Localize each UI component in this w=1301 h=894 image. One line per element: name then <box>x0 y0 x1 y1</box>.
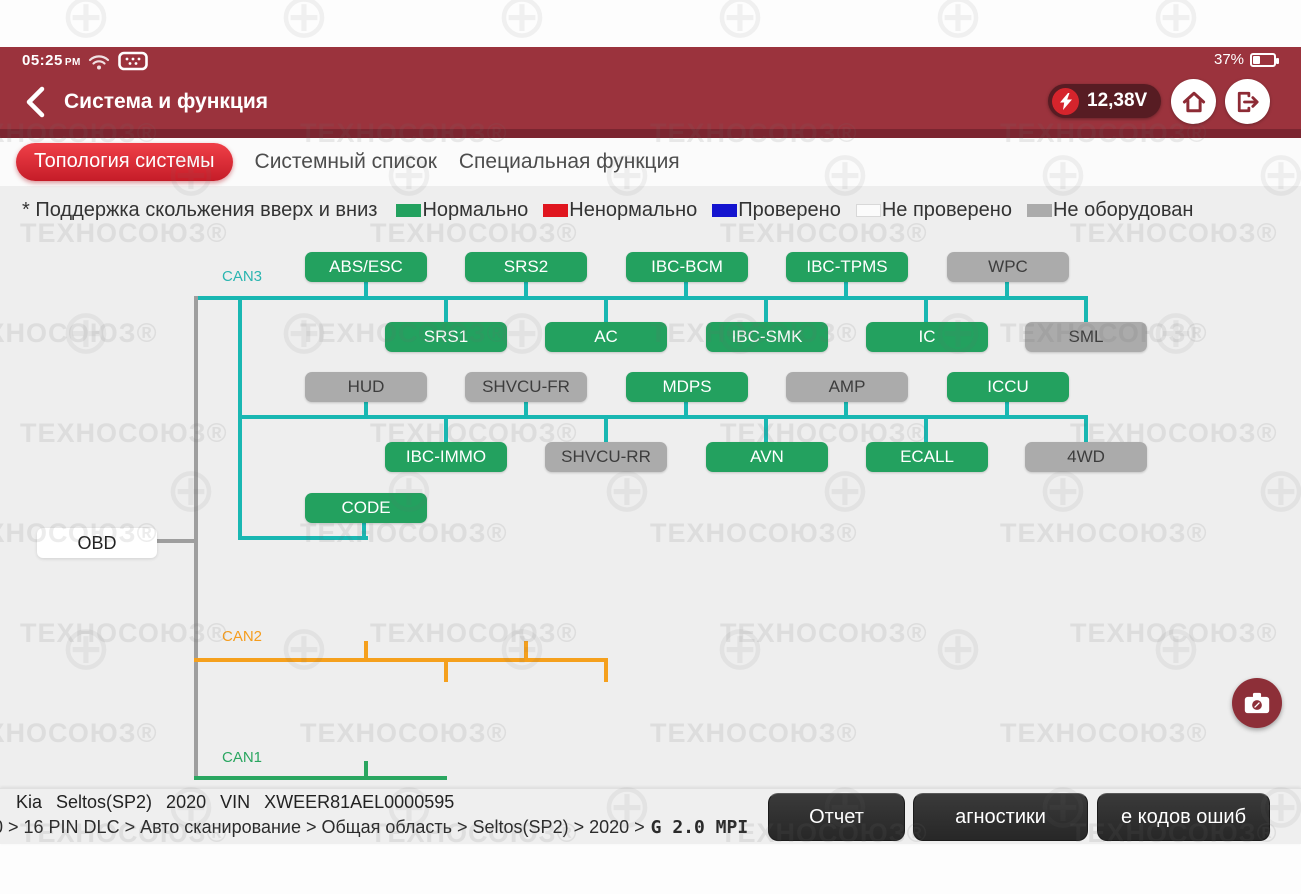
bus-line <box>194 776 447 780</box>
bus-line <box>238 536 368 540</box>
bus-line <box>1084 415 1088 442</box>
report-button[interactable]: Отчет <box>768 793 905 841</box>
node-code[interactable]: CODE <box>305 493 427 523</box>
bus-label-can3: CAN3 <box>222 268 262 285</box>
bus-line <box>364 641 368 658</box>
node-ibc-immo[interactable]: IBC-IMMO <box>385 442 507 472</box>
bus-line <box>1005 281 1009 296</box>
bus-line <box>684 281 688 296</box>
node-ibc-tpms[interactable]: IBC-TPMS <box>786 252 908 282</box>
bus-line <box>1084 296 1088 322</box>
node-avn[interactable]: AVN <box>706 442 828 472</box>
node-abs-esc[interactable]: ABS/ESC <box>305 252 427 282</box>
bus-line <box>684 401 688 415</box>
bus-line <box>444 300 448 322</box>
screenshot-button[interactable] <box>1232 678 1282 728</box>
clear-dtc-button[interactable]: е кодов ошиб <box>1097 793 1270 841</box>
node-4wd[interactable]: 4WD <box>1025 442 1147 472</box>
bus-line <box>844 401 848 415</box>
topology-diagram: ABS/ESC SRS2 IBC-BCM IBC-TPMS WPC SRS1 AC IBC-S… <box>0 0 1301 894</box>
node-ibc-smk[interactable]: IBC-SMK <box>706 322 828 352</box>
bus-line <box>764 300 768 322</box>
node-ic[interactable]: IC <box>866 322 988 352</box>
bus-line <box>196 296 1088 300</box>
node-hud[interactable]: HUD <box>305 372 427 402</box>
bus-line <box>524 281 528 296</box>
bus-line <box>924 300 928 322</box>
diagnostics-button[interactable]: агностики <box>913 793 1088 841</box>
node-srs2[interactable]: SRS2 <box>465 252 587 282</box>
bus-line <box>764 419 768 442</box>
node-obd[interactable]: OBD <box>37 528 157 558</box>
node-ecall[interactable]: ECALL <box>866 442 988 472</box>
bus-line <box>604 300 608 322</box>
bus-line <box>604 419 608 442</box>
bus-label-can2: CAN2 <box>222 628 262 645</box>
diagnostic-app-screen: 05:25PM 37% Система и функция 12,38V <box>0 0 1301 894</box>
bus-line <box>364 401 368 415</box>
node-amp[interactable]: AMP <box>786 372 908 402</box>
engine-label: G 2.0 MPI <box>651 817 749 838</box>
bus-line <box>524 401 528 415</box>
bottom-bar: Kia Seltos(SP2) 2020 VIN XWEER81AEL00005… <box>0 788 1301 844</box>
node-shvcu-fr[interactable]: SHVCU-FR <box>465 372 587 402</box>
camera-icon <box>1244 692 1270 714</box>
node-ibc-bcm[interactable]: IBC-BCM <box>626 252 748 282</box>
bus-line <box>194 296 198 780</box>
bus-line <box>444 419 448 442</box>
node-ac[interactable]: AC <box>545 322 667 352</box>
node-iccu[interactable]: ICCU <box>947 372 1069 402</box>
node-mdps[interactable]: MDPS <box>626 372 748 402</box>
bus-line <box>1005 401 1009 415</box>
bus-label-can1: CAN1 <box>222 749 262 766</box>
bus-line <box>194 658 608 662</box>
bus-line <box>238 415 1088 419</box>
node-shvcu-rr[interactable]: SHVCU-RR <box>545 442 667 472</box>
vehicle-info: Kia Seltos(SP2) 2020 VIN XWEER81AEL00005… <box>16 792 454 813</box>
bus-line <box>844 281 848 296</box>
bus-line <box>444 662 448 682</box>
bus-line <box>362 522 366 536</box>
bus-line <box>155 539 194 543</box>
bus-line <box>364 281 368 296</box>
node-wpc[interactable]: WPC <box>947 252 1069 282</box>
bus-line <box>604 662 608 682</box>
node-srs1[interactable]: SRS1 <box>385 322 507 352</box>
bus-line <box>524 641 528 658</box>
bus-line <box>924 419 928 442</box>
bus-line <box>364 761 368 776</box>
node-sml[interactable]: SML <box>1025 322 1147 352</box>
breadcrumb: 0 > 16 PIN DLC > Авто сканирование > Общ… <box>0 817 748 838</box>
